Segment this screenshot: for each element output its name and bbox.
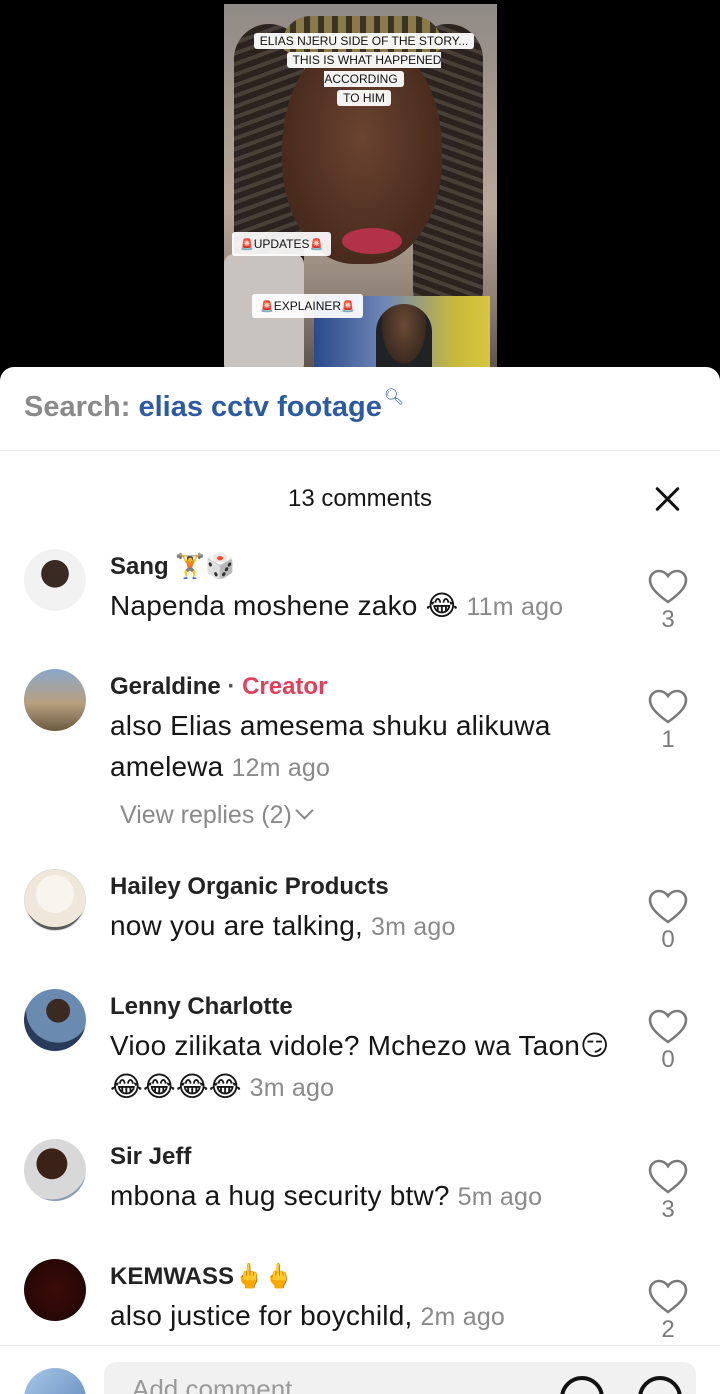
comment-content: also Elias amesema shuku alikuwa amelewa [110,710,551,782]
comment-author[interactable]: Hailey Organic Products [110,869,620,905]
avatar[interactable] [24,549,86,611]
siren-icon: 🚨 [309,239,324,251]
updates-overlay: 🚨UPDATES🚨 [232,232,332,256]
search-suggestion[interactable]: Search: elias cctv footage 🔍︎ [0,367,720,451]
avatar[interactable] [24,869,86,931]
comment-text: also justice for boychild, 2m ago [110,1295,620,1338]
updates-label: UPDATES [253,237,310,251]
heart-icon [648,1159,688,1194]
comment-text: mbona a hug security btw? 5m ago [110,1175,620,1218]
comment-time: 2m ago [420,1303,506,1331]
like-count: 3 [661,1196,675,1223]
siren-icon: 🚨 [341,301,355,313]
view-replies-label: View replies (2) [120,801,292,829]
current-user-avatar [24,1368,86,1394]
emoji-icon[interactable] [638,1376,682,1394]
like-button[interactable]: 1 [646,689,690,755]
comments-sheet: Search: elias cctv footage 🔍︎ 13 comments… [0,367,720,1394]
creator-badge: Creator [242,673,328,700]
comment-time: 12m ago [231,754,331,782]
explainer-label: EXPLAINER [273,299,342,313]
comment-text: now you are talking, 3m ago [110,905,620,948]
like-button[interactable]: 2 [646,1279,690,1345]
like-count: 2 [661,1316,675,1343]
comment-body: KEMWASS🖕🖕 also justice for boychild, 2m … [110,1259,620,1338]
video-inset-person [376,304,432,374]
heart-icon [648,569,688,604]
like-count: 0 [661,1046,675,1073]
video-lips [342,228,402,254]
comment-content: now you are talking, [110,910,364,941]
heart-icon [648,1009,688,1044]
video-player[interactable]: ELIAS NJERU SIDE OF THE STORY... THIS IS… [224,4,497,374]
view-replies-button[interactable]: View replies (2) [120,795,620,835]
close-icon[interactable] [650,481,686,517]
author-name: Lenny Charlotte [110,993,293,1020]
comment-author[interactable]: Sang 🏋️🎲 [110,549,620,585]
video-title-overlay: ELIAS NJERU SIDE OF THE STORY... THIS IS… [242,32,486,108]
author-name: Hailey Organic Products [110,873,389,900]
author-name: Sir Jeff [110,1143,192,1170]
heart-icon [648,689,688,724]
comment-body: Sang 🏋️🎲 Napenda moshene zako 😂 11m ago [110,549,620,628]
author-name: Sang [110,553,169,580]
video-title-line-2: THIS IS WHAT HAPPENED ACCORDING [286,52,442,87]
mention-icon[interactable] [560,1376,604,1394]
separator-dot: · [227,673,236,700]
comment-body: Geraldine · Creator also Elias amesema s… [110,669,620,835]
video-title-line-1: ELIAS NJERU SIDE OF THE STORY... [253,33,475,49]
avatar[interactable] [24,989,86,1051]
comment-author[interactable]: Lenny Charlotte [110,989,620,1025]
comment-content: Vioo zilikata vidole? Mchezo wa Taon😏😂😂😂… [110,1030,610,1102]
avatar[interactable] [24,1259,86,1321]
comment-content: also justice for boychild, [110,1300,413,1331]
search-term[interactable]: elias cctv footage [138,391,381,423]
like-button[interactable]: 3 [646,569,690,635]
comment-author[interactable]: KEMWASS🖕🖕 [110,1259,620,1295]
comment-input[interactable]: Add comment... [104,1362,696,1394]
comment-body: Lenny Charlotte Vioo zilikata vidole? Mc… [110,989,620,1109]
author-name: KEMWASS [110,1263,235,1290]
comments-count: 13 comments [287,485,433,512]
chevron-down-icon [295,801,314,820]
like-button[interactable]: 0 [646,889,690,955]
heart-icon [648,1279,688,1314]
comment-text: also Elias amesema shuku alikuwa amelewa… [110,705,620,789]
comment-time: 5m ago [457,1183,543,1211]
comment-time: 3m ago [371,913,456,941]
comment-body: Hailey Organic Products now you are talk… [110,869,620,948]
avatar[interactable] [24,669,86,731]
author-name: Geraldine [110,673,221,700]
search-icon: 🔍︎ [383,389,405,406]
comment-body: Sir Jeff mbona a hug security btw? 5m ag… [110,1139,620,1218]
like-button[interactable]: 0 [646,1009,690,1075]
comment-text: Napenda moshene zako 😂 11m ago [110,585,620,628]
video-title-line-3: TO HIM [337,90,391,106]
siren-icon: 🚨 [240,239,254,251]
siren-icon: 🚨 [260,301,274,313]
comment-author[interactable]: Sir Jeff [110,1139,620,1175]
like-count: 3 [661,606,675,633]
comment-input-bar: Add comment... [0,1345,720,1394]
comment-content: mbona a hug security btw? [110,1180,450,1211]
author-emoji: 🖕🖕 [234,1263,294,1290]
like-count: 1 [661,726,675,753]
author-emoji: 🏋️🎲 [175,553,236,580]
comment-text: Vioo zilikata vidole? Mchezo wa Taon😏😂😂😂… [110,1025,620,1109]
search-prefix: Search: [24,391,131,423]
comment-input-placeholder: Add comment... [132,1374,315,1394]
comments-header: 13 comments [0,451,720,545]
comment-author[interactable]: Geraldine · Creator [110,669,620,705]
comment-time: 3m ago [249,1074,335,1102]
like-button[interactable]: 3 [646,1159,690,1225]
explainer-overlay: 🚨EXPLAINER🚨 [252,294,363,318]
like-count: 0 [661,926,675,953]
comment-time: 11m ago [466,593,564,621]
heart-icon [648,889,688,924]
avatar[interactable] [24,1139,86,1201]
comment-content: Napenda moshene zako 😂 [110,590,459,621]
